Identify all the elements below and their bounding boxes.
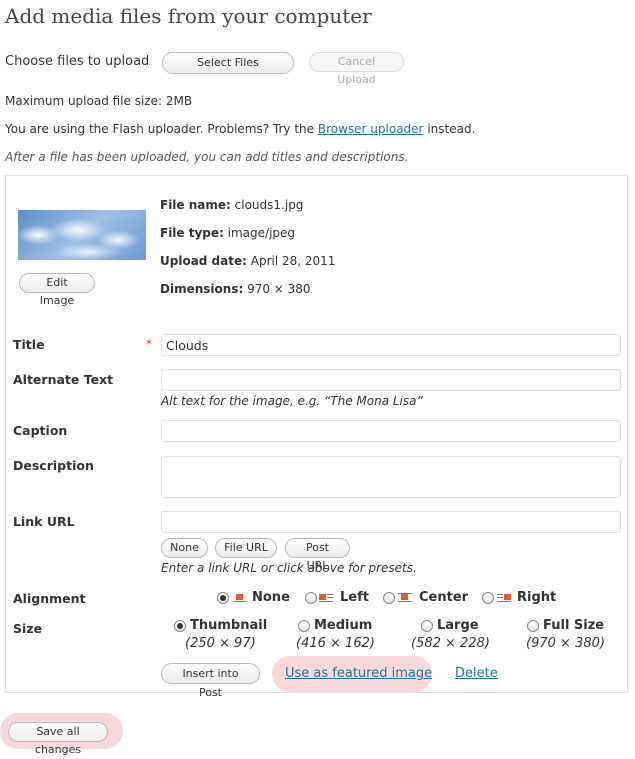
use-as-featured-image-link[interactable]: Use as featured image — [285, 666, 432, 681]
caption-label: Caption — [13, 423, 68, 438]
save-all-changes-button[interactable]: Save all changes — [8, 722, 108, 756]
link-file-url-button[interactable]: File URL — [215, 538, 277, 558]
title-input[interactable] — [161, 334, 621, 356]
align-none-label: None — [252, 590, 290, 605]
align-left-radio[interactable] — [305, 592, 317, 604]
link-url-input[interactable] — [161, 511, 621, 533]
align-right-radio[interactable] — [482, 592, 494, 604]
align-left-icon — [319, 592, 333, 602]
flash-text-before: You are using the Flash uploader. Proble… — [5, 122, 318, 136]
upload-date-value: April 28, 2011 — [250, 254, 336, 268]
size-medium-dims: (416 × 162) — [296, 636, 375, 651]
required-mark: * — [146, 337, 152, 351]
upload-date-label: Upload date: — [160, 254, 247, 268]
size-full-radio[interactable] — [527, 620, 539, 632]
size-medium-radio[interactable] — [298, 620, 310, 632]
alt-text-input[interactable] — [161, 369, 621, 391]
link-post-url-button[interactable]: Post URL — [285, 538, 350, 572]
browser-uploader-link[interactable]: Browser uploader — [318, 122, 424, 136]
align-center-icon — [398, 592, 412, 602]
link-none-button[interactable]: None — [161, 538, 208, 558]
flash-uploader-notice: You are using the Flash uploader. Proble… — [5, 122, 475, 136]
align-center-radio[interactable] — [383, 592, 395, 604]
title-label: Title — [13, 337, 45, 352]
select-files-button[interactable]: Select Files — [162, 52, 294, 74]
file-type-label: File type: — [160, 226, 224, 240]
choose-files-label: Choose files to upload — [5, 54, 150, 69]
file-name-value: clouds1.jpg — [234, 198, 304, 212]
page-title: Add media files from your computer — [5, 4, 372, 28]
alt-text-help: Alt text for the image, e.g. “The Mona L… — [161, 394, 423, 408]
size-full-dims: (970 × 380) — [526, 636, 605, 651]
size-label: Size — [13, 621, 43, 636]
dimensions-value: 970 × 380 — [247, 282, 311, 296]
cancel-upload-button[interactable]: Cancel Upload — [309, 52, 404, 86]
size-full-label: Full Size — [543, 618, 605, 633]
after-upload-note: After a file has been uploaded, you can … — [5, 150, 409, 164]
max-upload-size: Maximum upload file size: 2MB — [5, 94, 193, 108]
align-center-label: Center — [419, 590, 469, 605]
size-large-dims: (582 × 228) — [411, 636, 490, 651]
size-large-radio[interactable] — [421, 620, 433, 632]
align-right-icon — [497, 592, 511, 602]
size-large-label: Large — [437, 618, 479, 633]
link-url-label: Link URL — [13, 514, 75, 529]
file-type: File type: image/jpeg — [160, 226, 295, 240]
file-type-value: image/jpeg — [227, 226, 296, 240]
dimensions-label: Dimensions: — [160, 282, 244, 296]
flash-text-after: instead. — [423, 122, 476, 136]
align-none-icon — [233, 592, 247, 602]
size-thumbnail-dims: (250 × 97) — [185, 636, 256, 651]
align-right-label: Right — [517, 590, 557, 605]
link-url-help: Enter a link URL or click above for pres… — [161, 561, 417, 575]
image-thumbnail — [18, 210, 146, 260]
file-name-label: File name: — [160, 198, 231, 212]
align-left-label: Left — [340, 590, 369, 605]
description-label: Description — [13, 458, 94, 473]
description-textarea[interactable] — [161, 456, 621, 498]
dimensions: Dimensions: 970 × 380 — [160, 282, 311, 296]
file-name: File name: clouds1.jpg — [160, 198, 303, 212]
upload-date: Upload date: April 28, 2011 — [160, 254, 335, 268]
align-none-radio[interactable] — [217, 592, 229, 604]
insert-into-post-button[interactable]: Insert into Post — [161, 663, 260, 699]
delete-link[interactable]: Delete — [455, 666, 498, 681]
alt-text-label: Alternate Text — [13, 372, 114, 387]
alignment-label: Alignment — [13, 591, 86, 606]
caption-input[interactable] — [161, 420, 621, 442]
edit-image-button[interactable]: Edit Image — [19, 273, 95, 307]
size-thumbnail-radio[interactable] — [174, 620, 186, 632]
size-thumbnail-label: Thumbnail — [190, 618, 268, 633]
size-medium-label: Medium — [314, 618, 373, 633]
